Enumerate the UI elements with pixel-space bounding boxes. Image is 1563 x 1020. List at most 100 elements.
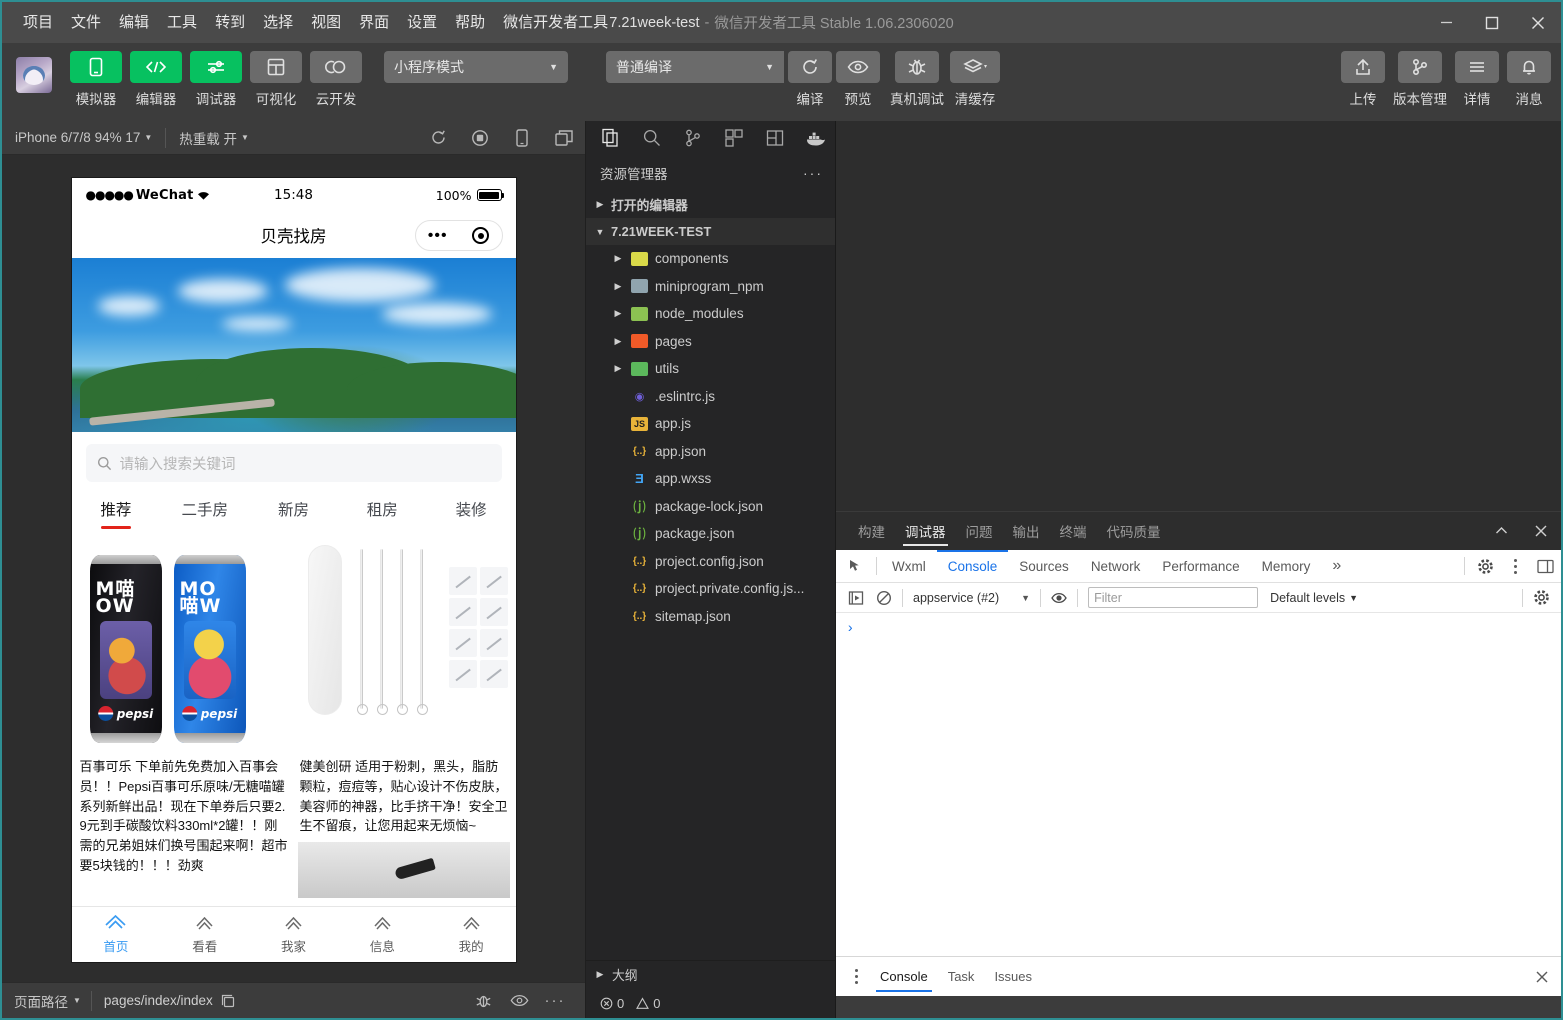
tree-file-app-json[interactable]: ▶ {..} app.json (586, 438, 835, 466)
tabbar-item-myhome[interactable]: 我家 (249, 907, 338, 962)
tab-recommend[interactable]: 推荐 (72, 498, 161, 531)
compile-select[interactable]: 普通编译 ▼ (606, 51, 784, 83)
inspect-element-icon[interactable] (840, 550, 872, 582)
search-icon[interactable] (633, 122, 671, 154)
settings-gear-icon[interactable] (1527, 584, 1555, 612)
wechat-capsule[interactable]: ••• (414, 220, 503, 251)
toolbar-button-cloud[interactable]: 云开发 (310, 51, 362, 108)
menu-item-file[interactable]: 文件 (62, 10, 110, 36)
tab-newhouse[interactable]: 新房 (249, 498, 338, 531)
inspector-tab-network[interactable]: Network (1080, 550, 1152, 583)
console-output[interactable]: › (836, 613, 1561, 956)
page-path-label[interactable]: 页面路径 (14, 991, 68, 1011)
eye-icon[interactable] (501, 987, 537, 1015)
menu-item-devtools[interactable]: 微信开发者工具 (494, 10, 617, 36)
drawer-tab-console[interactable]: Console (870, 957, 938, 997)
tree-folder-components[interactable]: ▶ components (586, 245, 835, 273)
tree-file-sitemap[interactable]: ▶ {..} sitemap.json (586, 603, 835, 631)
menu-item-project[interactable]: 项目 (14, 10, 62, 36)
panel-tab-terminal[interactable]: 终端 (1052, 512, 1095, 551)
tree-file-app-wxss[interactable]: ▶ Ǝ app.wxss (586, 465, 835, 493)
inspector-tab-memory[interactable]: Memory (1251, 550, 1322, 583)
tree-folder-pages[interactable]: ▶ pages (586, 328, 835, 356)
close-icon[interactable] (1515, 2, 1561, 43)
menu-item-help[interactable]: 帮助 (446, 10, 494, 36)
tree-file-project-private-config[interactable]: ▶ {..} project.private.config.js... (586, 575, 835, 603)
inspector-tab-performance[interactable]: Performance (1151, 550, 1250, 583)
menu-item-select[interactable]: 选择 (254, 10, 302, 36)
menu-item-interface[interactable]: 界面 (350, 10, 398, 36)
tree-file-app-js[interactable]: ▶ JS app.js (586, 410, 835, 438)
console-levels-select[interactable]: Default levels ▼ (1270, 591, 1358, 605)
inspector-tab-wxml[interactable]: Wxml (881, 550, 937, 583)
console-context-select[interactable]: appservice (#2) ▼ (907, 587, 1036, 609)
search-input[interactable]: 请输入搜索关键词 (85, 444, 502, 482)
panel-tab-problems[interactable]: 问题 (958, 512, 1001, 551)
windows-icon[interactable] (543, 121, 585, 155)
product-card[interactable]: 健美创研 适用于粉刺，黑头，脂肪颗粒，痘痘等，贴心设计不伤皮肤，美容师的神器，比… (297, 531, 510, 906)
outline-section[interactable]: ▶ 大纲 (586, 960, 835, 988)
settings-gear-icon[interactable] (1469, 550, 1501, 582)
menu-item-goto[interactable]: 转到 (206, 10, 254, 36)
toolbar-button-debugger[interactable]: 调试器 (190, 51, 242, 108)
toolbar-button-messages[interactable]: 消息 (1507, 51, 1551, 108)
toolbar-button-clearcache[interactable]: 清缓存 (950, 51, 1000, 108)
execute-icon[interactable] (842, 584, 870, 612)
minimize-icon[interactable] (1423, 2, 1469, 43)
menu-item-settings[interactable]: 设置 (398, 10, 446, 36)
tabbar-item-home[interactable]: 首页 (72, 907, 161, 962)
close-icon[interactable] (1523, 957, 1561, 997)
split-icon[interactable] (756, 122, 794, 154)
tree-file-eslintrc[interactable]: ▶ ◉ .eslintrc.js (586, 383, 835, 411)
tree-folder-utils[interactable]: ▶ utils (586, 355, 835, 383)
tree-folder-miniprogram-npm[interactable]: ▶ miniprogram_npm (586, 273, 835, 301)
device-icon[interactable] (501, 121, 543, 155)
tab-secondhand[interactable]: 二手房 (160, 498, 249, 531)
avatar[interactable] (16, 57, 52, 93)
menu-item-tools[interactable]: 工具 (158, 10, 206, 36)
record-icon[interactable] (459, 121, 501, 155)
inspector-tab-console[interactable]: Console (936, 549, 1009, 583)
error-count[interactable]: 0 (600, 996, 624, 1011)
product-card[interactable]: M喵 OW pepsi MO 喵W pepsi 百事可乐 下单前先免费加入百事会… (77, 531, 290, 906)
toolbar-button-compile[interactable]: 编译 (788, 51, 832, 108)
toolbar-button-visual[interactable]: 可视化 (250, 51, 302, 108)
clear-console-icon[interactable] (870, 584, 898, 612)
explorer-more-icon[interactable]: ··· (803, 165, 823, 181)
tabbar-item-messages[interactable]: 信息 (338, 907, 427, 962)
tabbar-item-look[interactable]: 看看 (160, 907, 249, 962)
tabbar-item-mine[interactable]: 我的 (427, 907, 516, 962)
toolbar-button-upload[interactable]: 上传 (1341, 51, 1385, 108)
kebab-menu-icon[interactable] (842, 957, 870, 997)
panel-tab-debugger[interactable]: 调试器 (897, 512, 954, 551)
inspector-tab-sources[interactable]: Sources (1008, 550, 1080, 583)
close-icon[interactable] (1521, 512, 1561, 551)
live-expression-icon[interactable] (1045, 584, 1073, 612)
inspector-more-tabs-icon[interactable]: » (1321, 550, 1352, 583)
panel-tab-codequality[interactable]: 代码质量 (1099, 512, 1169, 551)
bug-icon[interactable] (465, 987, 501, 1015)
tab-rental[interactable]: 租房 (338, 498, 427, 531)
source-control-icon[interactable] (674, 122, 712, 154)
extensions-icon[interactable] (715, 122, 753, 154)
toolbar-button-simulator[interactable]: 模拟器 (70, 51, 122, 108)
tree-section-project[interactable]: ▼ 7.21WEEK-TEST (586, 218, 835, 245)
more-icon[interactable]: ··· (537, 987, 573, 1015)
kebab-menu-icon[interactable] (1501, 546, 1529, 586)
toolbar-button-version[interactable]: 版本管理 (1393, 51, 1447, 108)
banner-image[interactable] (71, 258, 516, 432)
hot-reload-select[interactable]: 热重载 开 ▼ (166, 121, 262, 155)
panel-tab-output[interactable]: 输出 (1005, 512, 1048, 551)
tree-file-project-config[interactable]: ▶ {..} project.config.json (586, 548, 835, 576)
docker-icon[interactable] (797, 122, 835, 154)
tree-folder-node-modules[interactable]: ▶ node_modules (586, 300, 835, 328)
menu-item-edit[interactable]: 编辑 (110, 10, 158, 36)
toolbar-button-details[interactable]: 详情 (1455, 51, 1499, 108)
copy-icon[interactable] (221, 994, 235, 1008)
mode-select[interactable]: 小程序模式 ▼ (384, 51, 568, 83)
device-select[interactable]: iPhone 6/7/8 94% 17 ▼ (2, 121, 165, 155)
dock-icon[interactable] (1529, 550, 1561, 582)
menu-item-view[interactable]: 视图 (302, 10, 350, 36)
chevron-down-icon[interactable]: ▼ (73, 996, 81, 1005)
toolbar-button-realdevice[interactable]: 真机调试 (890, 51, 944, 108)
